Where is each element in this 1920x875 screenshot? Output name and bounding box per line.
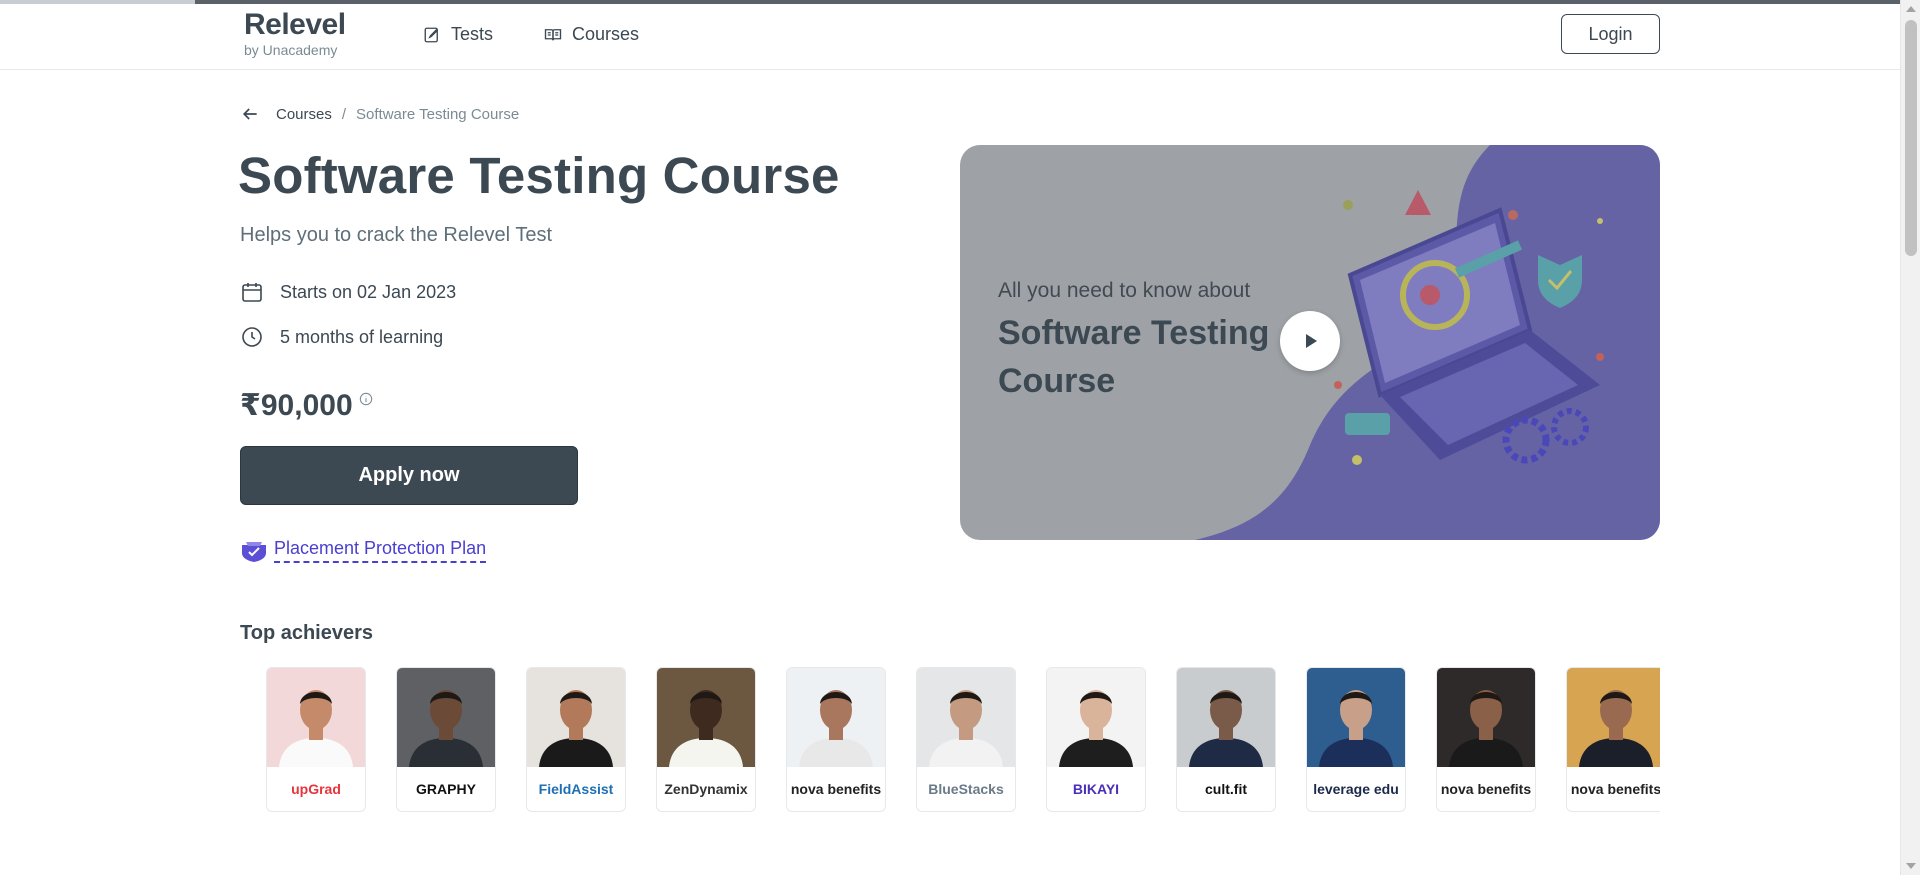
- achiever-card[interactable]: nova benefits: [786, 667, 886, 812]
- breadcrumb-current: Software Testing Course: [356, 105, 520, 123]
- achiever-card[interactable]: nova benefits: [1436, 667, 1536, 812]
- page-scrollbar[interactable]: [1900, 0, 1920, 875]
- shield-badge-icon: [242, 541, 266, 562]
- achiever-card[interactable]: ZenDynamix: [656, 667, 756, 812]
- company-logo: nova benefits: [1440, 781, 1532, 797]
- company-logo: ZenDynamix: [664, 781, 748, 797]
- achiever-card[interactable]: BlueStacks: [916, 667, 1016, 812]
- arrow-left-icon[interactable]: [240, 104, 260, 124]
- achiever-card[interactable]: upGrad: [266, 667, 366, 812]
- company-logo: nova benefits: [790, 781, 882, 797]
- breadcrumb-separator: /: [341, 105, 347, 123]
- company-logo: GRAPHY: [416, 781, 476, 797]
- achiever-photo: [1047, 668, 1145, 767]
- scroll-down-icon[interactable]: [1906, 863, 1916, 869]
- page-title: Software Testing Course: [238, 147, 840, 204]
- company-logo: BlueStacks: [928, 781, 1004, 797]
- course-subtitle: Helps you to crack the Relevel Test: [240, 224, 553, 246]
- achiever-card[interactable]: cult.fit: [1176, 667, 1276, 812]
- top-achievers-heading: Top achievers: [240, 622, 374, 644]
- banner-eyebrow: All you need to know about: [998, 279, 1251, 302]
- info-icon[interactable]: [359, 392, 373, 406]
- achievers-carousel[interactable]: upGrad GRAPHY FieldAssist ZenDynamix nova be…: [266, 667, 1660, 813]
- breadcrumb: Courses / Software Testing Course: [240, 104, 519, 124]
- achiever-photo: [787, 668, 885, 767]
- play-icon: [1306, 334, 1317, 348]
- brand-name: Relevel: [244, 8, 346, 41]
- achiever-card[interactable]: GRAPHY: [396, 667, 496, 812]
- book-icon: [544, 28, 562, 40]
- achiever-photo: [397, 668, 495, 767]
- achiever-photo: [657, 668, 755, 767]
- achiever-photo: [1437, 668, 1535, 767]
- play-button[interactable]: [1280, 311, 1340, 371]
- site-header: Relevel by Unacademy Tests Courses Login: [0, 4, 1900, 70]
- brand-tagline: by Unacademy: [244, 42, 338, 58]
- course-price: ₹90,000: [240, 388, 373, 423]
- placement-protection-plan-link[interactable]: Placement Protection Plan: [240, 538, 487, 563]
- achiever-photo: [527, 668, 625, 767]
- placement-plan-label: Placement Protection Plan: [274, 538, 487, 563]
- achiever-card[interactable]: FieldAssist: [526, 667, 626, 812]
- login-button[interactable]: Login: [1561, 14, 1660, 54]
- course-intro-video[interactable]: All you need to know about Software Test…: [960, 145, 1660, 540]
- nav-tests-label: Tests: [451, 24, 494, 44]
- company-logo: BIKAYI: [1072, 781, 1120, 797]
- scrollbar-thumb[interactable]: [1905, 20, 1917, 256]
- duration-text: 5 months of learning: [280, 326, 444, 347]
- achiever-photo: [1567, 668, 1660, 767]
- company-logo: cult.fit: [1205, 781, 1247, 797]
- company-logo: leverage edu: [1313, 781, 1399, 797]
- calendar-icon: [242, 283, 262, 302]
- achiever-photo: [1307, 668, 1405, 767]
- achiever-card[interactable]: BIKAYI: [1046, 667, 1146, 812]
- nav-courses-link[interactable]: Courses: [544, 24, 639, 45]
- breadcrumb-courses-link[interactable]: Courses: [276, 106, 332, 123]
- price-value: ₹90,000: [240, 389, 353, 422]
- clock-icon: [242, 327, 262, 347]
- achiever-photo: [917, 668, 1015, 767]
- banner-title: Software Testing Course: [998, 314, 1270, 400]
- company-logo: FieldAssist: [538, 781, 614, 797]
- company-logo: nova benefits: [1570, 781, 1660, 797]
- achiever-card[interactable]: leverage edu: [1306, 667, 1406, 812]
- brand-logo[interactable]: Relevel by Unacademy: [244, 8, 346, 58]
- nav-tests-link[interactable]: Tests: [423, 24, 493, 45]
- nav-courses-label: Courses: [572, 24, 640, 44]
- scroll-up-icon[interactable]: [1906, 6, 1916, 12]
- apply-now-button[interactable]: Apply now: [240, 446, 578, 505]
- achiever-photo: [1177, 668, 1275, 767]
- company-logo: upGrad: [291, 781, 341, 797]
- achiever-card[interactable]: nova benefits: [1566, 667, 1660, 812]
- course-duration: 5 months of learning: [240, 325, 443, 349]
- edit-icon: [424, 27, 439, 42]
- course-start-date: Starts on 02 Jan 2023: [240, 280, 456, 304]
- achiever-photo: [267, 668, 365, 767]
- start-date-text: Starts on 02 Jan 2023: [280, 281, 457, 302]
